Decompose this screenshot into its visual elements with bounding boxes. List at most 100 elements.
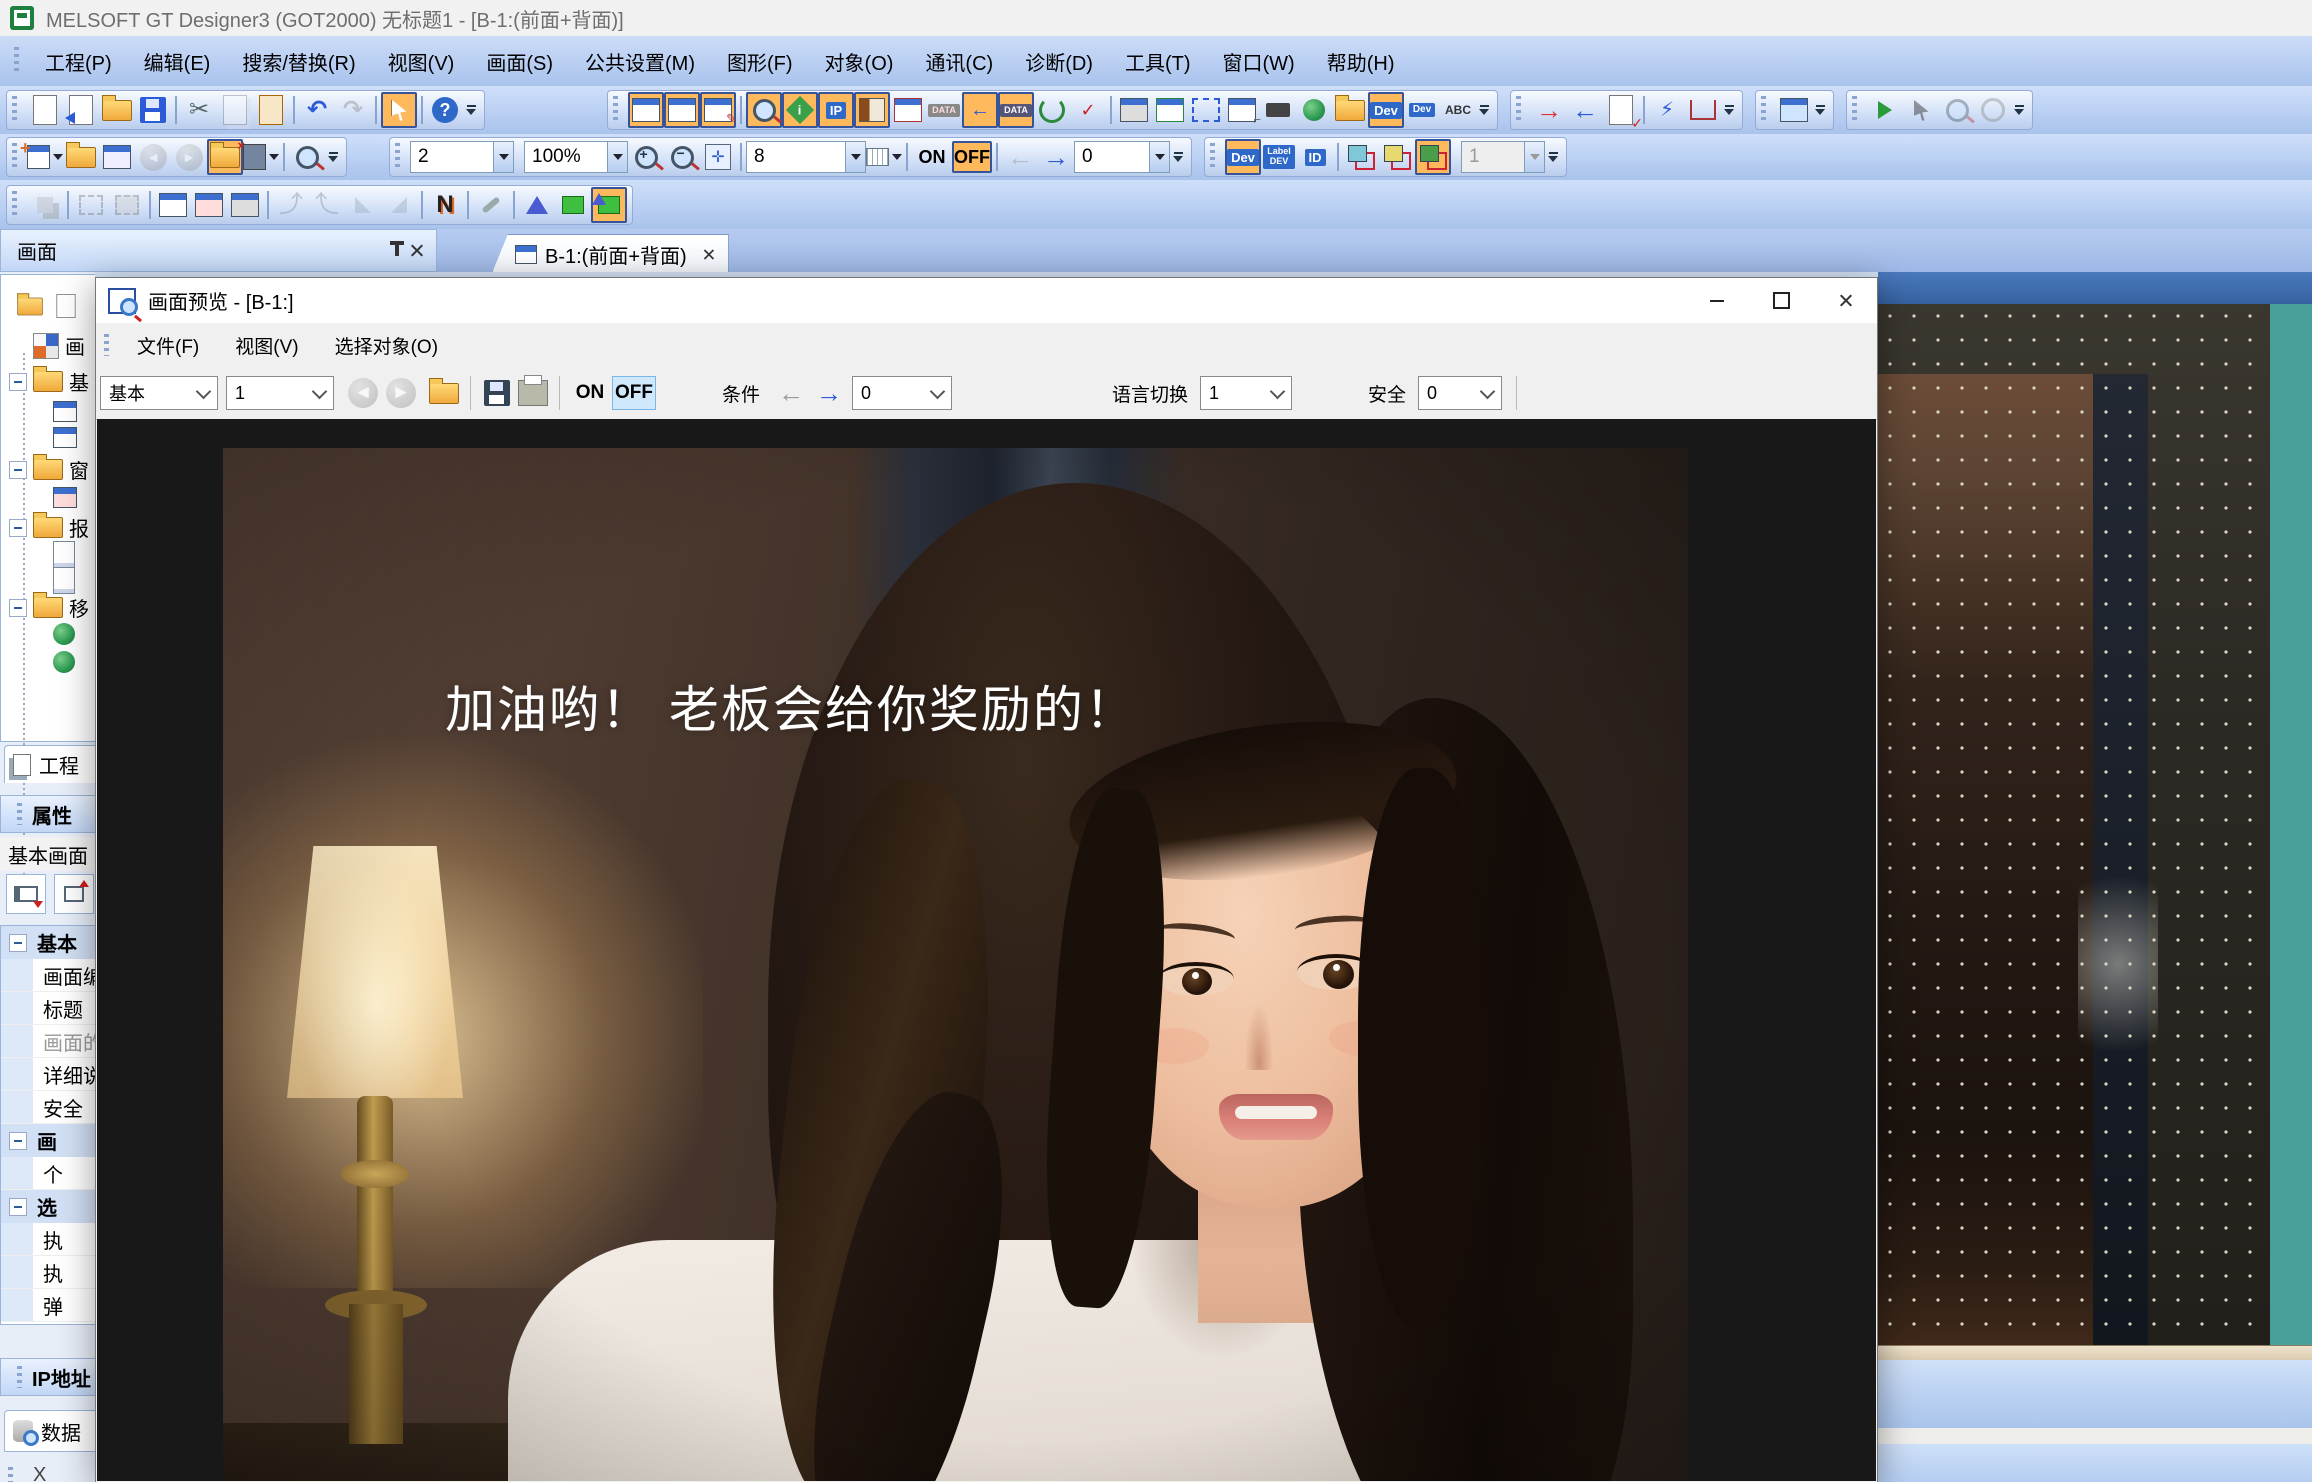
web-upload-button[interactable] [1296,92,1332,128]
condition-next-icon[interactable]: → [816,380,842,406]
prop-row[interactable]: 个 [1,1157,95,1190]
toolbar-overflow[interactable] [1476,92,1492,128]
doc-verify-button[interactable]: ✓ [1070,92,1106,128]
toolbar-overflow[interactable] [1812,92,1828,128]
toolbar-grip[interactable] [1210,143,1215,171]
tree-folder-base[interactable]: 基 [9,367,89,396]
tree-screen-item[interactable] [53,427,77,448]
toolbar-overflow[interactable] [2011,92,2027,128]
pan-tool-button[interactable] [1903,92,1939,128]
language-combo[interactable]: 1 [1200,376,1292,410]
copy-screen3-button[interactable] [227,187,263,223]
prop-row[interactable]: 执 [1,1256,95,1289]
toolbar-grip[interactable] [12,96,17,124]
device-off-button[interactable]: OFF [952,141,992,173]
prop-row[interactable]: 详细说 [1,1058,95,1091]
dropdown-arrow-icon[interactable] [892,154,902,160]
tree-root[interactable]: 画 [33,331,85,360]
tree-doc-item[interactable] [53,541,75,568]
edit-screens-combo[interactable]: 2 [410,141,514,173]
next-screen-button[interactable]: ► [171,139,207,175]
menubar-grip[interactable] [104,334,109,356]
tree-screen-item[interactable] [53,487,77,508]
preview-on-button[interactable]: ON [568,376,612,410]
folder-sync-button[interactable] [1332,92,1368,128]
tab-data-browser[interactable]: 数据 [4,1410,95,1452]
monitor-config-button[interactable]: ⌐ [1224,92,1260,128]
dropdown-arrow-icon[interactable] [269,154,279,160]
menu-edit[interactable]: 编辑(E) [128,40,227,83]
menu-view[interactable]: 视图(V) [372,40,471,83]
prop-row[interactable]: 弹 [1,1289,95,1322]
stack-button[interactable] [27,187,63,223]
refresh-button[interactable] [1034,92,1070,128]
prop-row[interactable]: 画面编 [1,959,95,992]
screen-preview-button[interactable] [746,92,782,128]
prev-screen-button[interactable]: ◄ [135,139,171,175]
prop-group-basic[interactable]: 基本 [1,926,95,959]
close-button[interactable] [1813,278,1877,323]
zoom-in-button[interactable]: + [628,139,664,175]
network-button[interactable] [1685,92,1721,128]
copy-screen-button[interactable] [155,187,191,223]
zoom-out-button[interactable]: − [664,139,700,175]
ip-address-panel-header[interactable]: IP地址 [0,1358,95,1396]
zoom-select-button[interactable] [1939,92,1975,128]
minimize-button[interactable] [1685,278,1749,323]
close-screen-button[interactable]: × [207,139,243,175]
tree-folder-window[interactable]: 窗 [9,455,89,484]
id-display-button[interactable]: ID [1297,139,1333,175]
tab-b1[interactable]: B-1:(前面+背面) [492,234,729,273]
figure-select-button[interactable] [519,187,555,223]
state-prev-button[interactable]: ← [1002,139,1038,175]
pin-icon[interactable] [395,245,399,256]
paste-button[interactable] [253,92,289,128]
group-button[interactable] [73,187,109,223]
zoom-combo[interactable]: 100% [524,141,628,173]
data-calc-button[interactable]: DATA [998,92,1034,128]
front-layer-button[interactable] [1343,139,1379,175]
preview-window[interactable]: 画面预览 - [B-1:] 文件(F) 视图(V) 选择对象(O) 基本 1 ◄… [95,277,1878,1482]
tree-globe-item[interactable] [53,651,75,673]
preview-off-button[interactable]: OFF [612,376,656,410]
recycle-window-button[interactable] [1152,92,1188,128]
toolbar-overflow[interactable] [325,139,341,175]
toolbar-overflow[interactable] [1170,139,1186,175]
new-screen-button[interactable]: + [27,139,63,175]
data-check-button[interactable]: i [782,92,818,128]
screen-tree[interactable]: 画 基 窗 报 移 [0,274,95,742]
tree-folder-report[interactable]: 报 [9,513,89,542]
titlebar[interactable]: MELSOFT GT Designer3 (GOT2000) 无标题1 - [B… [0,0,2312,36]
back-layer-button[interactable] [1379,139,1415,175]
maximize-button[interactable] [1749,278,1813,323]
fill-color-button[interactable] [243,139,279,175]
menu-tools[interactable]: 工具(T) [1109,40,1207,83]
toolbar-grip[interactable] [1852,96,1857,124]
menu-help[interactable]: 帮助(H) [1311,40,1411,83]
editor-canvas[interactable] [1878,304,2270,1345]
toolbar-grip[interactable] [12,191,17,219]
preview-menu-select-object[interactable]: 选择对象(O) [317,326,456,365]
menu-search-replace[interactable]: 搜索/替换(R) [226,40,371,83]
menu-object[interactable]: 对象(O) [809,40,910,83]
read-from-got-button[interactable] [664,92,700,128]
device-on-button[interactable]: ON [912,141,952,173]
preview-back-button[interactable]: ◄ [348,378,378,408]
expand-tree-button[interactable] [54,874,94,914]
monitor-frame-button[interactable] [1188,92,1224,128]
verify-got-button[interactable]: ✎ [700,92,736,128]
tree-screen-item[interactable] [53,401,77,422]
jump-prev-button[interactable]: ← [1567,92,1603,128]
ungroup-button[interactable] [109,187,145,223]
menu-window[interactable]: 窗口(W) [1207,40,1311,83]
screen-list-button[interactable] [99,139,135,175]
preview-forward-button[interactable]: ► [386,378,416,408]
combo-arrow-icon[interactable] [1524,142,1544,172]
prop-row[interactable]: 标题 [1,992,95,1025]
prop-group-option[interactable]: 选 [1,1190,95,1223]
flip-v-button[interactable] [381,187,417,223]
quick-config-button[interactable]: ⚡ [1649,92,1685,128]
rotate-left-button[interactable]: ⤴ [309,187,345,223]
prop-row[interactable]: 执 [1,1223,95,1256]
new-project-button[interactable] [27,92,63,128]
